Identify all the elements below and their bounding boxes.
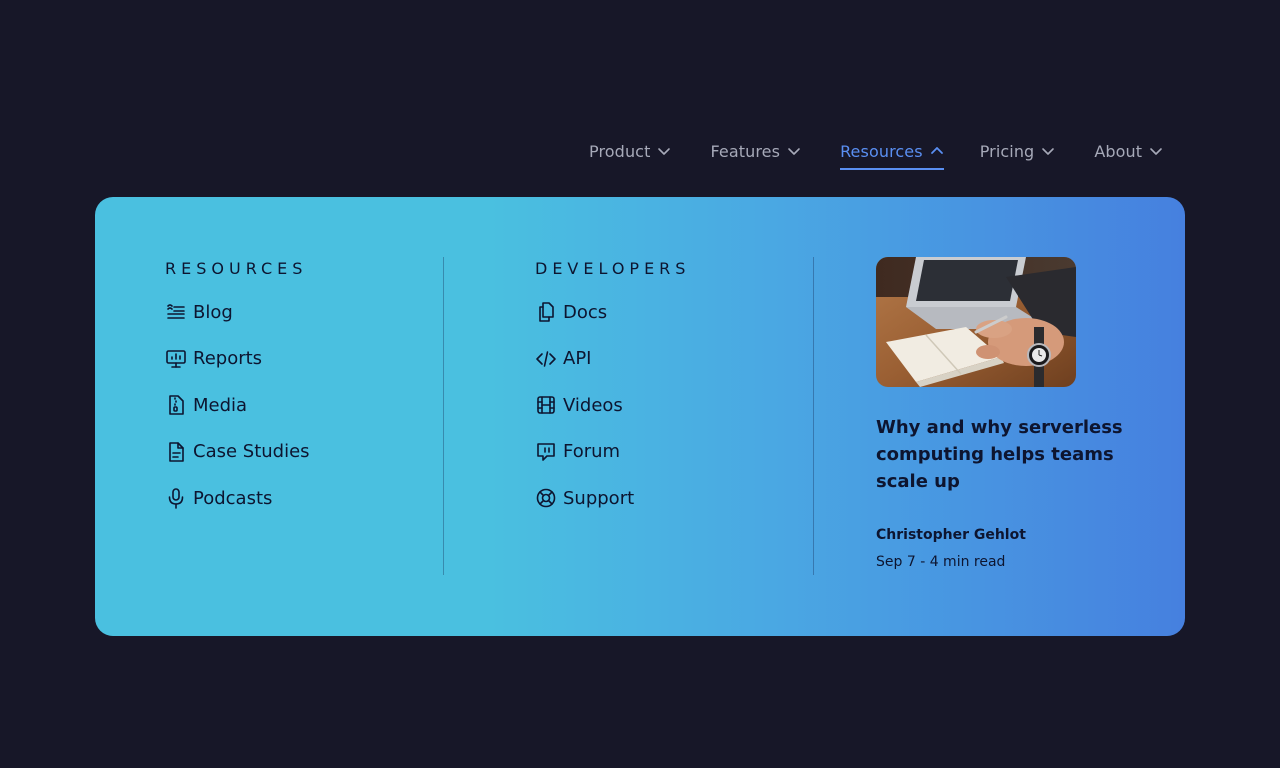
menu-link-case-studies[interactable]: Case Studies <box>165 437 445 467</box>
column-divider <box>443 257 444 575</box>
code-icon <box>535 348 557 370</box>
document-icon <box>165 441 187 463</box>
menu-link-label: Support <box>563 487 635 509</box>
resources-column: RESOURCES Blog Reports Media Case Studie… <box>165 257 445 530</box>
menu-link-reports[interactable]: Reports <box>165 344 445 374</box>
developers-heading: DEVELOPERS <box>535 259 691 278</box>
nav-item-label: About <box>1094 141 1143 161</box>
featured-article-image[interactable] <box>876 257 1076 387</box>
featured-article-meta: Sep 7 - 4 min read <box>876 554 1006 570</box>
nav-item-pricing[interactable]: Pricing <box>980 140 1056 170</box>
blog-icon <box>165 301 187 323</box>
menu-link-label: Blog <box>193 301 233 323</box>
menu-link-label: Case Studies <box>193 441 310 462</box>
column-divider <box>813 257 814 575</box>
chevron-down-icon <box>1041 144 1055 158</box>
resources-heading: RESOURCES <box>165 259 308 278</box>
top-navigation: Product Features Resources Pricing About <box>589 140 1163 172</box>
menu-link-label: Docs <box>563 301 608 323</box>
menu-link-label: Media <box>193 394 248 416</box>
menu-link-videos[interactable]: Videos <box>535 390 815 420</box>
developers-column: DEVELOPERS Docs API Videos Forum Support <box>535 257 815 530</box>
nav-item-label: Pricing <box>979 141 1035 161</box>
copy-documents-icon <box>535 301 557 323</box>
menu-link-label: Podcasts <box>193 487 273 509</box>
resources-mega-menu: RESOURCES Blog Reports Media Case Studie… <box>95 197 1185 636</box>
chevron-down-icon <box>657 144 671 158</box>
menu-link-api[interactable]: API <box>535 344 815 374</box>
chevron-down-icon <box>787 144 801 158</box>
menu-link-blog[interactable]: Blog <box>165 297 445 327</box>
chevron-down-icon <box>1149 144 1163 158</box>
nav-item-features[interactable]: Features <box>710 140 801 170</box>
menu-link-docs[interactable]: Docs <box>535 297 815 327</box>
film-icon <box>535 394 557 416</box>
featured-article: Why and why serverless computing helps t… <box>876 257 1136 572</box>
menu-link-podcasts[interactable]: Podcasts <box>165 483 445 513</box>
nav-item-about[interactable]: About <box>1094 140 1163 170</box>
presentation-chart-icon <box>165 348 187 370</box>
zip-file-icon <box>165 394 187 416</box>
nav-item-label: Features <box>710 141 781 161</box>
menu-link-label: Forum <box>563 441 621 462</box>
chat-bubble-icon <box>535 441 557 463</box>
nav-item-product[interactable]: Product <box>589 140 671 170</box>
featured-article-author: Christopher Gehlot <box>876 527 1026 543</box>
nav-item-label: Resources <box>840 141 923 161</box>
nav-item-label: Product <box>589 141 651 161</box>
menu-link-label: Videos <box>563 394 623 416</box>
nav-item-resources[interactable]: Resources <box>840 140 944 170</box>
menu-link-media[interactable]: Media <box>165 390 445 420</box>
microphone-icon <box>165 487 187 509</box>
lifebuoy-icon <box>535 487 557 509</box>
menu-link-support[interactable]: Support <box>535 483 815 513</box>
featured-article-title[interactable]: Why and why serverless computing helps t… <box>876 414 1126 495</box>
chevron-up-icon <box>930 144 944 158</box>
menu-link-label: API <box>563 348 592 369</box>
menu-link-label: Reports <box>193 348 263 369</box>
menu-link-forum[interactable]: Forum <box>535 437 815 467</box>
